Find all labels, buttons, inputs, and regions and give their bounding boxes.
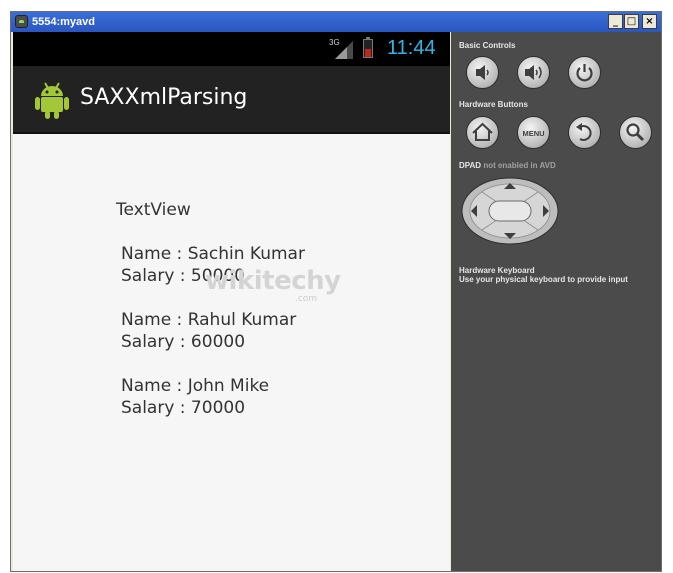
battery-icon	[363, 37, 373, 58]
employee-name: Name : John Mike	[121, 376, 270, 396]
employee-salary: Salary : 60000	[121, 332, 246, 352]
android-robot-icon[interactable]	[33, 80, 71, 120]
volume-up-button[interactable]	[517, 56, 550, 89]
android-window-icon	[15, 15, 28, 28]
home-icon	[472, 122, 493, 141]
employee-name: Name : Rahul Kumar	[121, 310, 297, 330]
dpad-note: not enabled in AVD	[483, 161, 556, 170]
search-icon	[626, 123, 645, 142]
basic-controls-heading: Basic Controls	[459, 41, 516, 50]
hardware-keyboard-hint: Use your physical keyboard to provide in…	[459, 275, 628, 284]
back-button[interactable]	[568, 116, 601, 149]
search-button[interactable]	[619, 116, 652, 149]
textview-label: TextView	[116, 200, 191, 220]
app-title: SAXXmlParsing	[80, 85, 248, 110]
back-icon	[576, 123, 592, 141]
power-button[interactable]	[568, 56, 601, 89]
hardware-buttons-heading: Hardware Buttons	[459, 100, 528, 109]
volume-down-icon	[476, 65, 489, 80]
minimize-button[interactable]: _	[608, 14, 623, 29]
employee-salary: Salary : 70000	[121, 398, 246, 418]
close-button[interactable]: ×	[642, 14, 657, 29]
status-clock: 11:44	[387, 37, 436, 59]
status-bar: 3G 11:44	[13, 32, 450, 66]
watermark-domain: .com	[295, 294, 318, 304]
volume-down-button[interactable]	[466, 56, 499, 89]
hardware-keyboard-heading: Hardware Keyboard	[459, 266, 535, 275]
menu-button-label: MENU	[522, 129, 544, 138]
dpad-label: DPAD	[459, 161, 482, 170]
menu-button[interactable]: MENU	[517, 116, 550, 149]
watermark-logo: wikitechy .com	[205, 266, 341, 304]
power-icon	[576, 64, 593, 82]
menu-icon: MENU	[522, 129, 544, 138]
signal-strength-icon	[335, 41, 353, 59]
employee-record: Name : John Mike Salary : 70000	[121, 375, 269, 419]
app-content: TextView Name : Sachin Kumar Salary : 50…	[13, 134, 450, 571]
action-bar: SAXXmlParsing	[13, 66, 450, 134]
window-title: 5554:myavd	[32, 16, 95, 28]
window-titlebar[interactable]: 5554:myavd _ □ ×	[11, 12, 661, 32]
maximize-button[interactable]: □	[624, 14, 639, 29]
device-screen[interactable]: 3G 11:44 SAXXmlParsing TextView Name : S…	[13, 32, 450, 571]
employee-record: Name : Rahul Kumar Salary : 60000	[121, 309, 296, 353]
emulator-control-panel: Basic Controls Hardware Buttons MENU DPA…	[451, 32, 661, 571]
hardware-keyboard-info: Hardware Keyboard Use your physical keyb…	[459, 266, 628, 284]
employee-name: Name : Sachin Kumar	[121, 244, 305, 264]
dpad-control[interactable]	[460, 176, 560, 246]
dpad-heading: DPAD not enabled in AVD	[459, 161, 556, 170]
home-button[interactable]	[466, 116, 499, 149]
volume-up-icon	[525, 65, 542, 80]
watermark-text: wikitechy	[205, 266, 341, 296]
